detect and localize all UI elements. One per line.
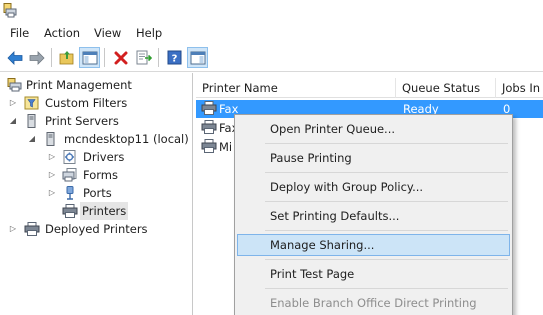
up-folder-icon: [59, 51, 73, 65]
server-icon: [43, 132, 59, 146]
collapse-arrow-icon[interactable]: ◢: [9, 112, 17, 130]
expand-arrow-icon[interactable]: ▷: [9, 220, 17, 238]
tree-item-forms[interactable]: ▷ Forms: [0, 166, 192, 184]
expand-arrow-icon[interactable]: ▷: [9, 94, 17, 112]
show-hide-action-pane-icon: [190, 51, 205, 64]
help-icon: ?: [167, 50, 182, 65]
tree-label: Deployed Printers: [45, 222, 148, 236]
export-list-icon: [136, 50, 152, 65]
tree-item-print-servers[interactable]: ◢ Print Servers: [0, 112, 192, 130]
menu-separator: [265, 288, 508, 289]
forward-button[interactable]: [26, 47, 47, 68]
tree-item-server[interactable]: ◢ mcndesktop11 (local): [0, 130, 192, 148]
menu-separator: [265, 230, 508, 231]
column-header-printer-name[interactable]: Printer Name: [196, 78, 396, 98]
forward-icon: [29, 50, 45, 65]
show-hide-action-pane-button[interactable]: [187, 47, 208, 68]
server-icon: [24, 114, 40, 128]
menu-help[interactable]: Help: [135, 25, 163, 41]
menu-item-deploy-with-group-policy[interactable]: Deploy with Group Policy...: [237, 176, 510, 198]
tree-label: Drivers: [83, 150, 125, 164]
tree-label: Custom Filters: [45, 96, 128, 110]
back-icon: [6, 50, 22, 65]
menu-item-print-test-page[interactable]: Print Test Page: [237, 263, 510, 285]
menu-file[interactable]: File: [9, 25, 30, 41]
tree-item-print-management[interactable]: Print Management: [0, 76, 192, 94]
menu-item-open-printer-queue[interactable]: Open Printer Queue...: [237, 118, 510, 140]
collapse-arrow-icon[interactable]: ◢: [28, 130, 36, 148]
delete-icon: [114, 51, 127, 64]
toolbar-separator: [104, 48, 105, 67]
tree-item-custom-filters[interactable]: ▷ Custom Filters: [0, 94, 192, 112]
delete-button[interactable]: [110, 47, 131, 68]
tree-label: mcndesktop11 (local): [64, 132, 189, 146]
tree-label: Printers: [80, 202, 129, 220]
column-header-jobs-in[interactable]: Jobs In: [496, 78, 543, 98]
console-tree: Print Management ▷ Custom Filters ◢ Prin…: [0, 73, 193, 315]
title-bar: [0, 0, 543, 22]
tree-label: Print Servers: [45, 114, 119, 128]
context-menu: Open Printer Queue... Pause Printing Dep…: [234, 114, 513, 315]
svg-text:?: ?: [172, 54, 178, 65]
expand-arrow-icon[interactable]: ▷: [48, 148, 56, 166]
export-list-button[interactable]: [133, 47, 154, 68]
forms-icon: [62, 168, 78, 182]
tree-item-deployed-printers[interactable]: ▷ Deployed Printers: [0, 220, 192, 238]
deployed-printers-icon: [24, 222, 40, 236]
menu-separator: [265, 259, 508, 260]
menu-separator: [265, 201, 508, 202]
tree-label: Ports: [83, 186, 112, 200]
fax-printer-icon: [201, 120, 217, 138]
show-hide-console-tree-button[interactable]: [79, 47, 100, 68]
menu-item-set-printing-defaults[interactable]: Set Printing Defaults...: [237, 205, 510, 227]
menu-bar: File Action View Help: [0, 22, 543, 44]
menu-view[interactable]: View: [93, 25, 122, 41]
menu-item-pause-printing[interactable]: Pause Printing: [237, 147, 510, 169]
ports-icon: [62, 186, 78, 200]
printer-management-icon: [3, 3, 17, 18]
show-hide-console-tree-icon: [82, 51, 97, 64]
up-folder-button[interactable]: [56, 47, 77, 68]
menu-action[interactable]: Action: [43, 25, 81, 41]
print-management-icon: [6, 78, 22, 92]
drivers-icon: [62, 150, 78, 164]
tree-item-ports[interactable]: ▷ Ports: [0, 184, 192, 202]
menu-separator: [265, 143, 508, 144]
expand-arrow-icon[interactable]: ▷: [48, 184, 56, 202]
expand-arrow-icon[interactable]: ▷: [48, 166, 56, 184]
toolbar-separator: [158, 48, 159, 67]
menu-item-manage-sharing[interactable]: Manage Sharing...: [237, 234, 510, 256]
tree-item-printers[interactable]: Printers: [0, 202, 192, 220]
menu-item-enable-branch-office-direct-printing[interactable]: Enable Branch Office Direct Printing: [237, 292, 510, 314]
menu-separator: [265, 172, 508, 173]
column-header-queue-status[interactable]: Queue Status: [396, 78, 496, 98]
back-button[interactable]: [4, 47, 25, 68]
filter-icon: [24, 96, 40, 110]
tree-item-drivers[interactable]: ▷ Drivers: [0, 148, 192, 166]
tree-label: Forms: [83, 168, 118, 182]
help-button[interactable]: ?: [164, 47, 185, 68]
printer-icon: [62, 204, 78, 218]
toolbar-separator: [51, 48, 52, 67]
toolbar: ?: [0, 44, 543, 72]
list-header: Printer Name Queue Status Jobs In: [196, 78, 543, 98]
tree-label: Print Management: [26, 78, 132, 92]
fax-printer-icon: [201, 101, 217, 119]
printer-icon: [201, 139, 217, 157]
